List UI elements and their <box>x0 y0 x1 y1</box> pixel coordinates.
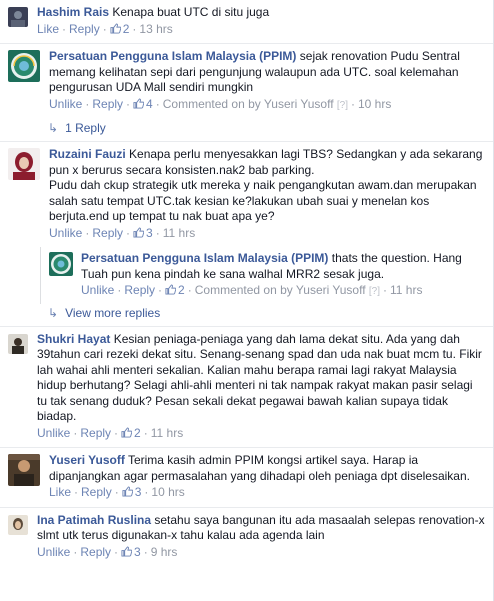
reply-button[interactable]: Reply <box>81 485 112 499</box>
thumbs-up-icon <box>165 284 177 295</box>
avatar[interactable] <box>8 514 28 535</box>
comment-time: 11 hrs <box>150 425 184 440</box>
avatar[interactable] <box>8 7 28 27</box>
comment-author[interactable]: Ruzaini Fauzi <box>49 147 126 161</box>
comment-author[interactable]: Ina Patimah Ruslina <box>37 513 151 527</box>
help-icon[interactable]: [?] <box>337 100 348 111</box>
reply-arrow-icon: ↳ <box>48 305 59 320</box>
view-more-replies[interactable]: ↳ View more replies <box>0 304 493 326</box>
like-count[interactable]: 2 <box>165 283 185 297</box>
thumbs-up-icon <box>133 226 145 238</box>
thumbs-up-icon <box>122 486 133 497</box>
like-button[interactable]: Unlike <box>37 426 70 440</box>
reply-button[interactable]: Reply <box>92 97 123 111</box>
avatar[interactable] <box>8 148 40 180</box>
like-count[interactable]: 2 <box>110 22 129 36</box>
comment-actions: Unlike · Reply · 2 · Commented on by Yuseri Yu… <box>81 283 423 297</box>
like-button[interactable]: Unlike <box>49 97 82 111</box>
comment-time: 9 hrs <box>150 544 178 559</box>
like-button[interactable]: Like <box>37 22 59 36</box>
comment-actions: Unlike · Reply · 4 · Commented on by Yuseri Yu… <box>49 96 392 111</box>
like-count[interactable]: 3 <box>122 485 141 499</box>
like-count[interactable]: 4 <box>133 97 153 111</box>
reply-count[interactable]: 1 Reply <box>65 121 106 135</box>
comment-time: 13 hrs <box>139 21 173 36</box>
nested-reply: Persatuan Pengguna Islam Malaysia (PPIM)… <box>40 247 493 304</box>
comment: Yuseri Yusoff Terima kasih admin PPIM ko… <box>0 447 493 507</box>
thumbs-up-icon <box>121 426 133 438</box>
like-button[interactable]: Unlike <box>49 226 82 240</box>
reply-button[interactable]: Reply <box>92 226 123 240</box>
commented-by-label: Commented on by <box>194 283 293 297</box>
comment-actions: Like · Reply · 3 · 10 hrs <box>49 485 185 499</box>
comment-author[interactable]: Yuseri Yusoff <box>49 453 125 467</box>
comment: Hashim Rais Kenapa buat UTC di situ juga… <box>0 0 493 43</box>
like-button[interactable]: Unlike <box>37 545 70 559</box>
avatar[interactable] <box>8 50 40 82</box>
comment-author[interactable]: Shukri Hayat <box>37 332 110 346</box>
thumbs-up-icon <box>121 545 133 557</box>
like-count[interactable]: 3 <box>133 226 153 240</box>
like-count[interactable]: 2 <box>121 426 141 440</box>
comment-text-continued: Pudu dah ckup strategik utk mereka y nai… <box>49 178 477 223</box>
like-button[interactable]: Unlike <box>81 283 114 297</box>
avatar[interactable] <box>8 454 40 486</box>
comment-author[interactable]: Persatuan Pengguna Islam Malaysia (PPIM) <box>49 49 296 63</box>
comment-time: 11 hrs <box>162 225 196 240</box>
replies-toggle[interactable]: ↳ 1 Reply <box>0 119 493 141</box>
like-button[interactable]: Like <box>49 485 71 499</box>
commenter-link[interactable]: Yuseri Yusoff <box>296 283 366 297</box>
avatar[interactable] <box>49 252 73 276</box>
comment-text: Kenapa buat UTC di situ juga <box>112 5 270 19</box>
comment: Shukri Hayat Kesian peniaga-peniaga yang… <box>0 325 493 448</box>
avatar[interactable] <box>8 333 28 354</box>
commenter-link[interactable]: Yuseri Yusoff <box>264 97 334 111</box>
comment: Ruzaini Fauzi Kenapa perlu menyesakkan l… <box>0 141 493 247</box>
comments-panel: Hashim Rais Kenapa buat UTC di situ juga… <box>0 0 494 601</box>
comment-time: 10 hrs <box>358 96 392 111</box>
comment: Ina Patimah Ruslina setahu saya bangunan… <box>0 506 493 567</box>
reply-button[interactable]: Reply <box>124 283 155 297</box>
comment: Persatuan Pengguna Islam Malaysia (PPIM)… <box>0 43 493 119</box>
thumbs-up-icon <box>110 22 121 34</box>
commented-by-label: Commented on by <box>162 96 261 111</box>
comment-actions: Like · Reply · 2 · 13 hrs <box>37 21 173 36</box>
comment-author[interactable]: Persatuan Pengguna Islam Malaysia (PPIM) <box>81 251 328 265</box>
comment-time: 10 hrs <box>151 485 185 499</box>
reply-button[interactable]: Reply <box>80 426 111 440</box>
reply-arrow-icon: ↳ <box>48 121 59 135</box>
comment-author[interactable]: Hashim Rais <box>37 5 109 19</box>
reply-button[interactable]: Reply <box>69 22 100 36</box>
comment-time: 11 hrs <box>390 283 423 297</box>
comment-actions: Unlike · Reply · 2 · 11 hrs <box>37 425 184 440</box>
view-more-label[interactable]: View more replies <box>65 306 160 320</box>
thumbs-up-icon <box>133 97 145 109</box>
comment-actions: Unlike · Reply · 3 · 11 hrs <box>49 225 196 240</box>
reply-button[interactable]: Reply <box>80 545 111 559</box>
like-count[interactable]: 3 <box>121 545 141 559</box>
comment-actions: Unlike · Reply · 3 · 9 hrs <box>37 544 178 559</box>
help-icon[interactable]: [?] <box>369 286 380 297</box>
